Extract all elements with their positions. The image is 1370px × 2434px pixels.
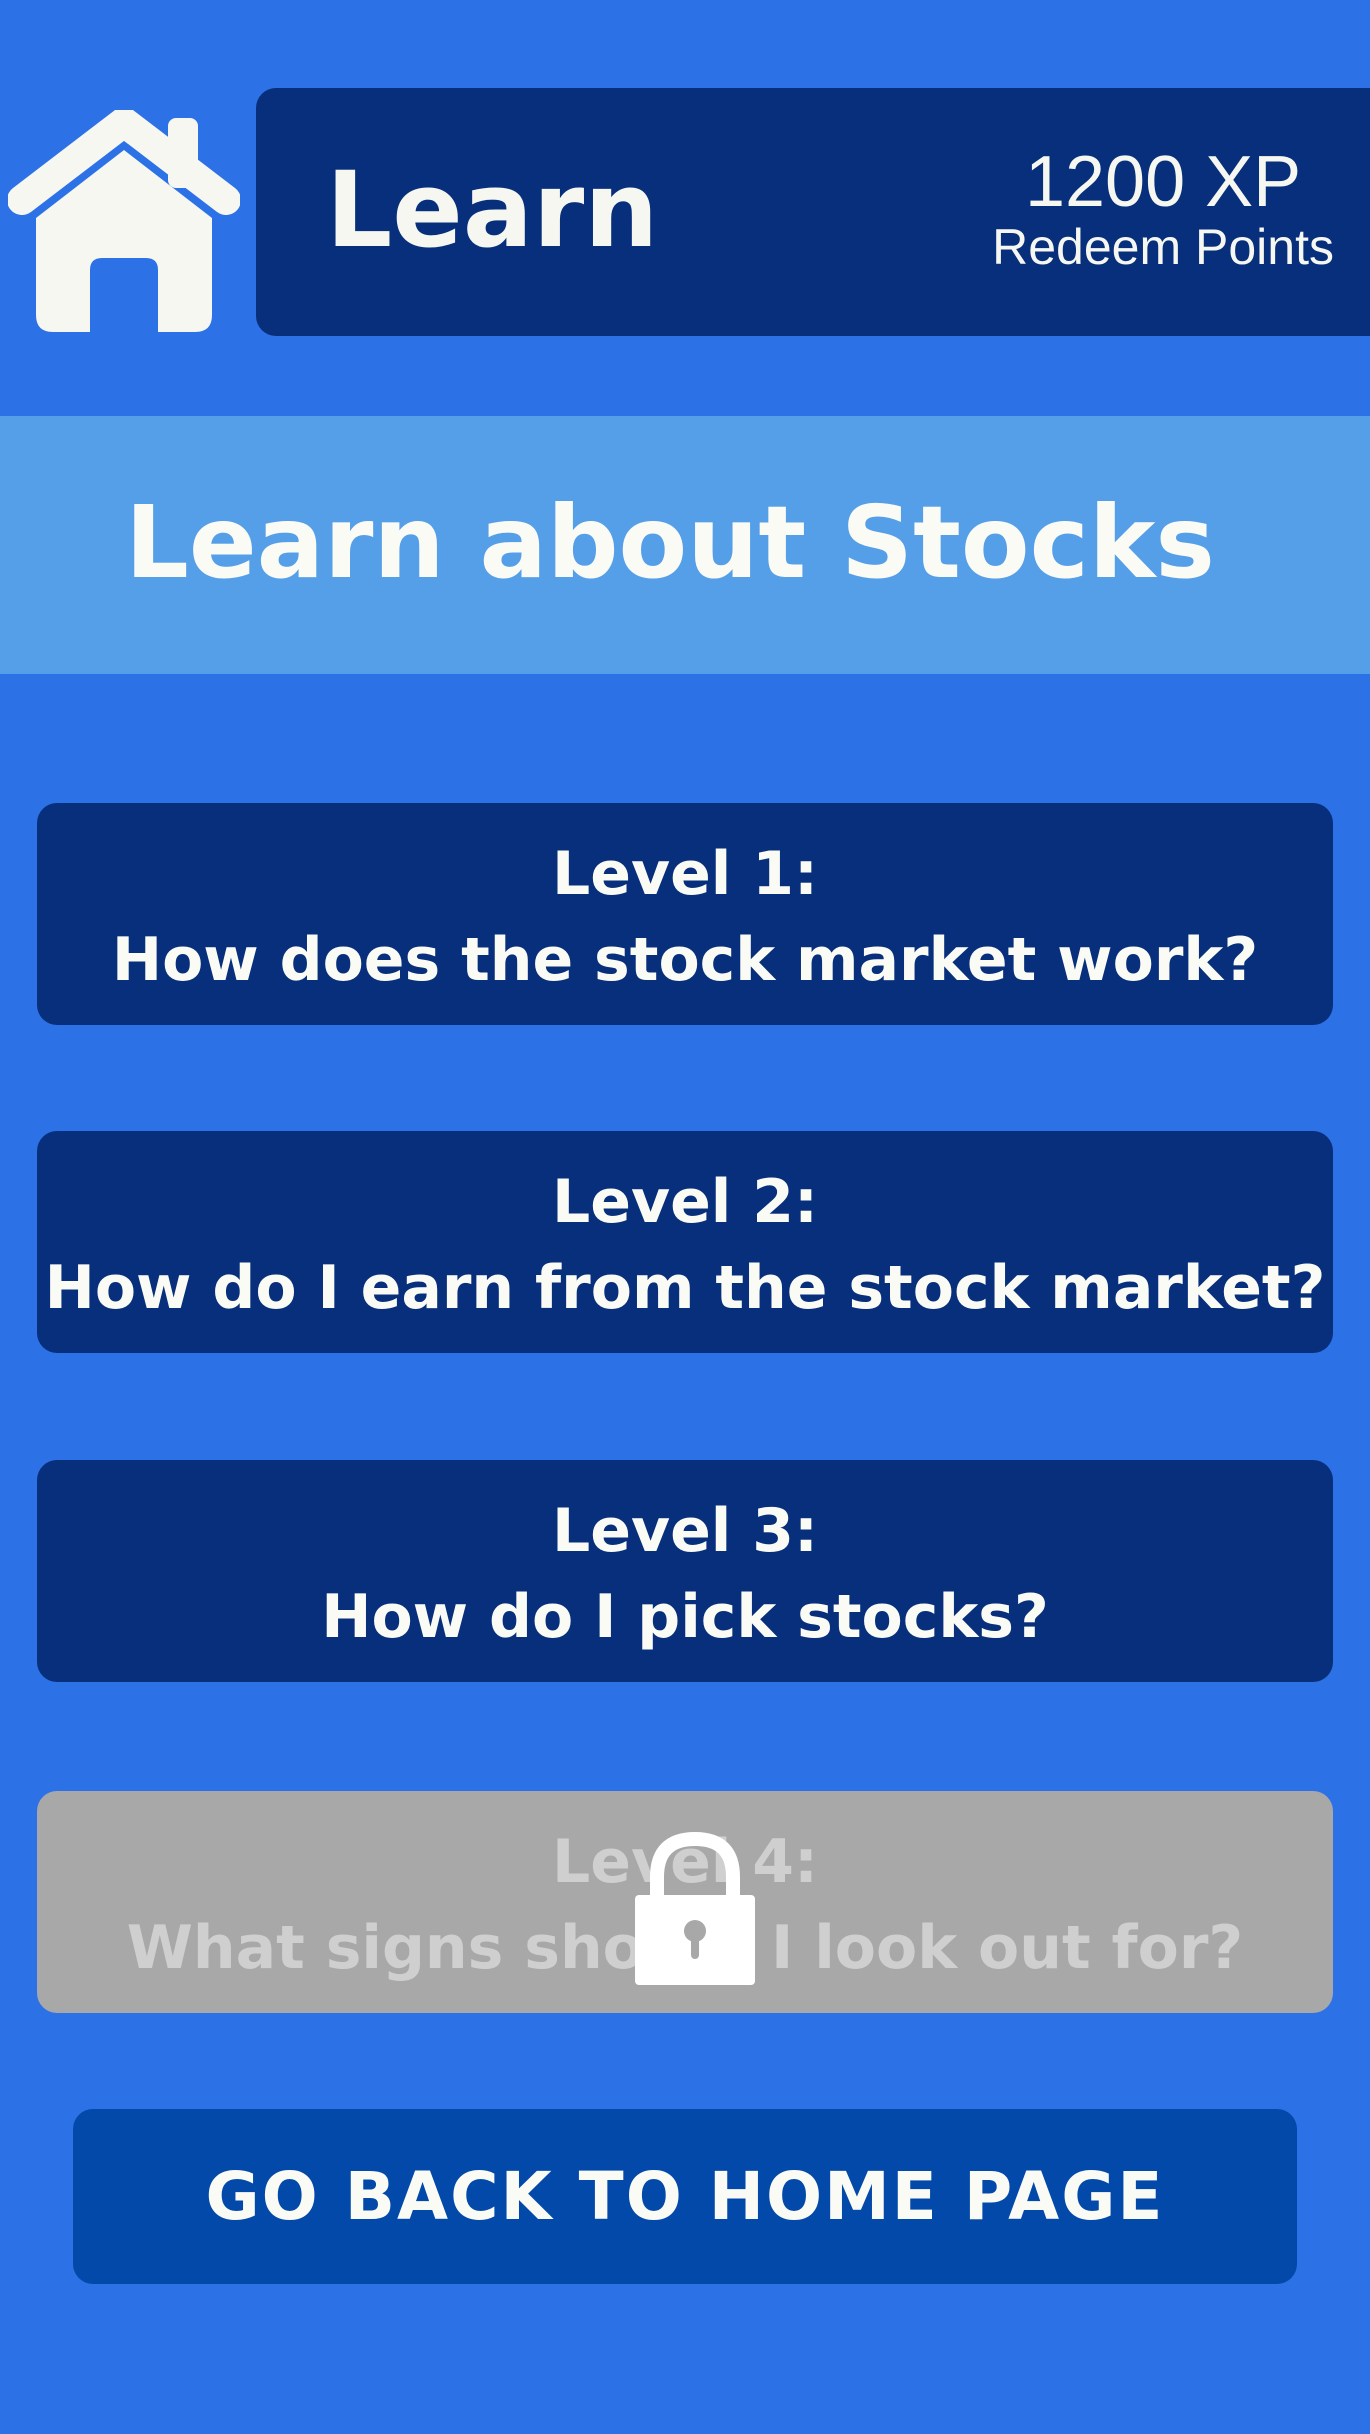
level-label: Level 1: — [552, 839, 818, 909]
xp-value: 1200 XP — [1024, 142, 1302, 222]
level-question: How does the stock market work? — [111, 925, 1259, 995]
learn-screen: { "header": { "title": "Learn", "xp_valu… — [0, 0, 1370, 2434]
level-question: How do I pick stocks? — [321, 1582, 1049, 1652]
header-bar: Learn 1200 XP Redeem Points — [256, 88, 1370, 336]
level-question: How do I earn from the stock market? — [44, 1253, 1326, 1323]
level-label: Level 2: — [552, 1167, 818, 1237]
xp-block: 1200 XP Redeem Points — [992, 146, 1334, 272]
topic-banner: Learn about Stocks — [0, 416, 1370, 674]
level-3-button[interactable]: Level 3: How do I pick stocks? — [37, 1460, 1333, 1682]
level-2-button[interactable]: Level 2: How do I earn from the stock ma… — [37, 1131, 1333, 1353]
level-label: Level 3: — [552, 1496, 818, 1566]
level-1-button[interactable]: Level 1: How does the stock market work? — [37, 803, 1333, 1025]
level-4-button-locked[interactable]: Level 4: What signs should I look out fo… — [37, 1791, 1333, 2013]
page-title: Learn — [326, 149, 659, 271]
lock-icon — [627, 1829, 763, 1987]
topic-title: Learn about Stocks — [125, 484, 1215, 601]
go-back-home-button[interactable]: GO BACK TO HOME PAGE — [73, 2109, 1297, 2284]
home-button[interactable] — [8, 110, 240, 335]
home-icon — [8, 110, 240, 332]
redeem-points-link[interactable]: Redeem Points — [992, 222, 1334, 272]
